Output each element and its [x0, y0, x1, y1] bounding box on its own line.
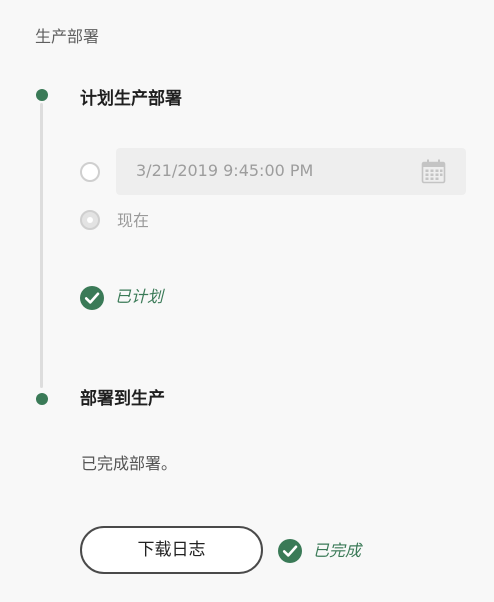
schedule-step-title: 计划生产部署: [80, 89, 182, 109]
check-circle-icon: [278, 539, 302, 563]
timeline-line: [40, 103, 43, 388]
schedule-datetime-input[interactable]: 3/21/2019 9:45:00 PM: [116, 148, 466, 195]
check-circle-icon: [80, 286, 104, 310]
page-title: 生产部署: [35, 27, 100, 46]
download-log-button[interactable]: 下载日志: [80, 526, 263, 574]
deploy-step-title: 部署到生产: [80, 389, 165, 409]
schedule-status-text: 已计划: [115, 287, 164, 306]
timeline-dot-deploy: [36, 393, 48, 405]
schedule-time-radio[interactable]: [80, 162, 100, 182]
calendar-icon[interactable]: [421, 159, 446, 184]
deploy-description: 已完成部署。: [81, 454, 178, 473]
timeline-dot-schedule: [36, 89, 48, 101]
schedule-now-label: 现在: [117, 211, 150, 230]
schedule-now-radio[interactable]: [80, 210, 100, 230]
deploy-status-text: 已完成: [313, 541, 362, 560]
schedule-datetime-value: 3/21/2019 9:45:00 PM: [136, 161, 314, 180]
